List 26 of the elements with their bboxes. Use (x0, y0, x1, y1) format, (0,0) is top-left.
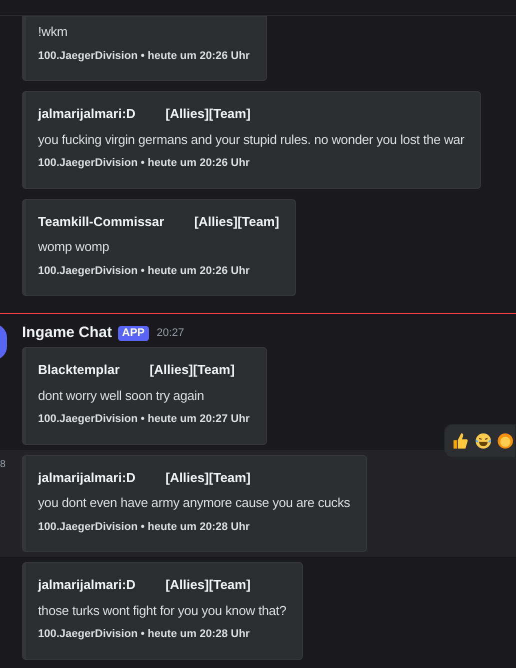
embed-author: jalmarijalmari:D (38, 105, 136, 123)
embed-text: you fucking virgin germans and your stupid rules. no wonder you lost the war (38, 130, 464, 149)
embed-author: Blacktemplar (38, 361, 120, 379)
embed-tag: [Allies][Team] (166, 468, 251, 487)
embed-tag: [Allies][Team] (194, 212, 280, 231)
embed-footer: 100.JaegerDivision • heute um 20:28 Uhr (38, 518, 350, 535)
embed-text: you dont even have army anymore cause you are cucks (38, 494, 350, 512)
app-badge: APP (118, 326, 149, 340)
embed-text: !wkm (38, 23, 69, 41)
embed-footer: 100.JaegerDivision • heute um 20:28 Uhr (38, 626, 286, 642)
embed-text: womp womp (38, 238, 110, 256)
author-name[interactable]: Ingame Chat (22, 322, 112, 344)
embed-tag: [Allies][Team] (166, 575, 251, 594)
embed-text: those turks wont fight for you you know that? (38, 602, 286, 620)
embed-tag: [Allies][Team] (166, 104, 251, 124)
embed-footer: 100.JaegerDivision • heute um 20:26 Uhr (38, 262, 280, 279)
embed-tag: [Allies][Team] (150, 360, 235, 380)
embed-footer: 100.JaegerDivision • heute um 20:27 Uhr (38, 411, 250, 428)
message-time: 20:27 (156, 326, 184, 341)
embed-author: Teamkill-Commissar (38, 212, 164, 230)
embed-author: jalmarijalmari:D (38, 468, 136, 487)
message-time: 8 (0, 458, 6, 472)
embed-footer: 100.JaegerDivision • heute um 20:26 Uhr (38, 48, 250, 64)
embed-text: dont worry well soon try again (38, 386, 205, 405)
embed-author: jalmarijalmari:D (38, 576, 136, 594)
embed-footer: 100.JaegerDivision • heute um 20:26 Uhr (38, 155, 464, 172)
